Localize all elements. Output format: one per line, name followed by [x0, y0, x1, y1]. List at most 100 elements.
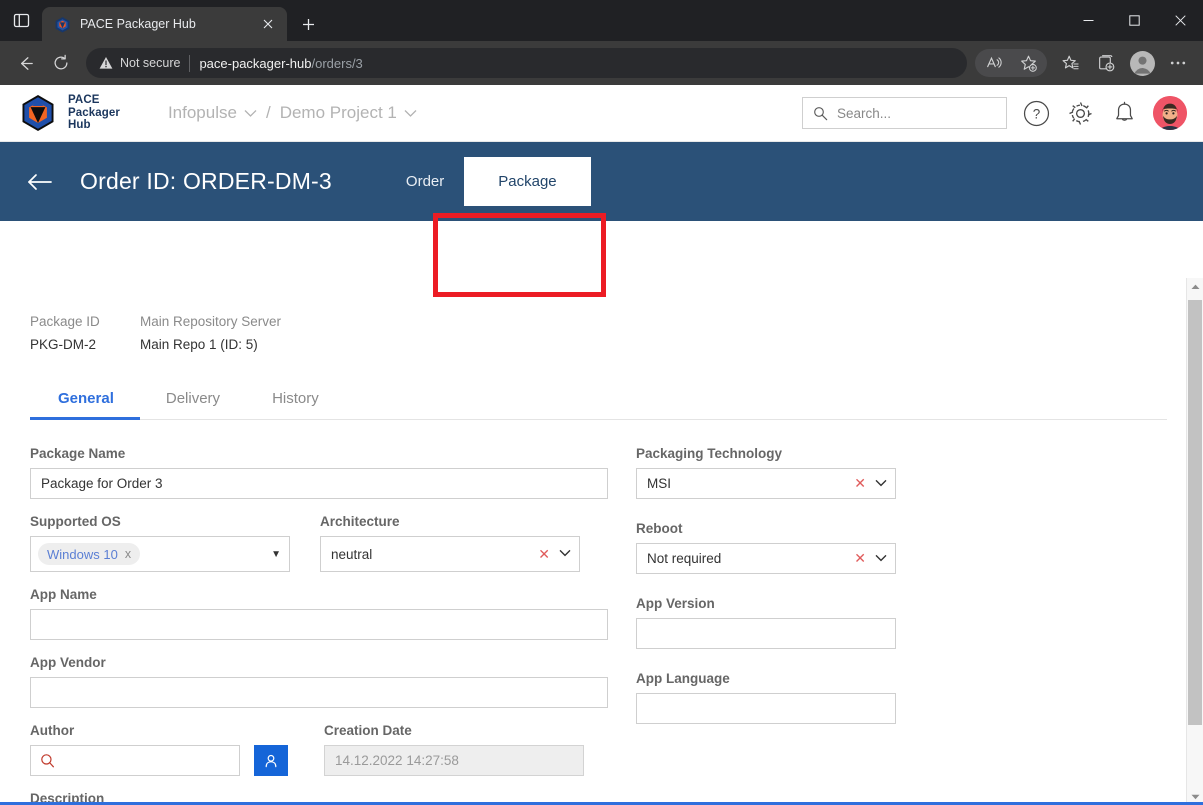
tab-general[interactable]: General — [30, 390, 140, 420]
search-icon — [814, 106, 828, 120]
os-arch-row: Supported OS Windows 10 x ▼ Architecture — [30, 514, 608, 587]
page-title: Order ID: ORDER-DM-3 — [80, 168, 332, 194]
packaging-technology-label: Packaging Technology — [636, 446, 783, 461]
scrollbar-thumb[interactable] — [1188, 300, 1202, 725]
app-name-input[interactable] — [30, 609, 608, 640]
architecture-value: neutral — [331, 546, 373, 562]
chevron-down-icon[interactable] — [875, 553, 887, 565]
browser-tab[interactable]: PACE Packager Hub — [42, 7, 287, 41]
app-language-field: App Language — [636, 671, 896, 724]
app-version-input[interactable] — [636, 618, 896, 649]
chevron-down-icon[interactable]: ▼ — [271, 549, 281, 560]
logo-line-3: Hub — [68, 119, 91, 132]
form-column-right: Packaging Technology MSI ✕ Reboot Not re… — [636, 446, 896, 805]
tab-history[interactable]: History — [246, 390, 345, 419]
app-name-label: App Name — [30, 587, 97, 602]
bell-icon[interactable] — [1109, 98, 1139, 128]
browser-titlebar: PACE Packager Hub — [0, 0, 1203, 41]
creation-date-input: 14.12.2022 14:27:58 — [324, 745, 584, 776]
back-arrow-icon[interactable] — [26, 172, 54, 192]
browser-more-icon[interactable] — [1161, 46, 1195, 80]
tab-search-icon — [13, 13, 29, 28]
author-input[interactable] — [30, 745, 240, 776]
author-field: Author — [30, 723, 240, 776]
reboot-value: Not required — [647, 551, 722, 566]
search-placeholder: Search... — [837, 105, 892, 121]
app-language-input[interactable] — [636, 693, 896, 724]
os-chip-label: Windows 10 — [47, 546, 118, 562]
breadcrumb-org-label: Infopulse — [167, 103, 237, 122]
close-icon[interactable] — [257, 13, 279, 35]
architecture-label: Architecture — [320, 514, 400, 529]
search-input[interactable]: Search... — [802, 97, 1007, 129]
chip-remove-icon[interactable]: x — [125, 547, 131, 561]
omnibox-action-pill — [975, 49, 1047, 77]
tab-delivery[interactable]: Delivery — [140, 390, 246, 419]
form-column-left: Package Name Package for Order 3 Support… — [30, 446, 608, 805]
tab-actions-button[interactable] — [0, 0, 42, 41]
app-language-label: App Language — [636, 671, 730, 686]
scroll-up-arrow[interactable] — [1187, 278, 1203, 295]
reload-button[interactable] — [44, 46, 78, 80]
minimize-button[interactable] — [1065, 0, 1111, 41]
maximize-button[interactable] — [1111, 0, 1157, 41]
os-chip[interactable]: Windows 10 x — [38, 543, 141, 565]
vertical-scrollbar[interactable] — [1186, 278, 1203, 805]
package-name-input[interactable]: Package for Order 3 — [30, 468, 608, 499]
gear-icon[interactable] — [1065, 98, 1095, 128]
security-status[interactable]: Not secure — [99, 56, 180, 70]
clear-icon[interactable]: ✕ — [854, 475, 866, 492]
clear-icon[interactable]: ✕ — [538, 546, 550, 563]
logo-line-2: Packager — [68, 106, 120, 119]
select-author-button[interactable] — [254, 745, 288, 776]
close-window-button[interactable] — [1157, 0, 1203, 41]
add-favorite-icon[interactable] — [1011, 46, 1045, 80]
chevron-down-icon[interactable] — [875, 478, 887, 490]
app-vendor-label: App Vendor — [30, 655, 106, 670]
help-icon[interactable]: ? — [1021, 98, 1051, 128]
svg-text:?: ? — [1032, 106, 1040, 121]
pace-cube-icon — [22, 95, 54, 131]
back-button[interactable] — [8, 46, 42, 80]
security-label: Not secure — [120, 56, 181, 70]
packaging-technology-select[interactable]: MSI ✕ — [636, 468, 896, 499]
url-host: pace-packager-hub — [199, 55, 312, 71]
search-icon — [41, 753, 54, 767]
clear-icon[interactable]: ✕ — [854, 550, 866, 567]
collections-icon[interactable] — [1089, 46, 1123, 80]
tab-package[interactable]: Package — [464, 157, 591, 206]
app-vendor-input[interactable] — [30, 677, 608, 708]
avatar[interactable] — [1153, 96, 1187, 130]
supported-os-label: Supported OS — [30, 514, 121, 529]
packaging-technology-value: MSI — [647, 476, 672, 491]
app-version-field: App Version — [636, 596, 896, 649]
repository-value: Main Repo 1 (ID: 5) — [140, 337, 258, 352]
package-content: Package ID PKG-DM-2 Main Repository Serv… — [0, 278, 1186, 805]
breadcrumb-org[interactable]: Infopulse — [168, 103, 257, 123]
reboot-select[interactable]: Not required ✕ — [636, 543, 896, 574]
tab-order[interactable]: Order — [386, 142, 464, 221]
supported-os-select[interactable]: Windows 10 x ▼ — [30, 536, 290, 572]
architecture-select[interactable]: neutral ✕ — [320, 536, 580, 572]
back-arrow-icon — [20, 56, 33, 70]
breadcrumb-project-label: Demo Project 1 — [279, 103, 397, 122]
breadcrumb-project[interactable]: Demo Project 1 — [280, 103, 417, 123]
favorites-icon[interactable] — [1053, 46, 1087, 80]
author-row: Author Creation Date 14.12.2022 14:27:58 — [30, 723, 608, 776]
repository-label: Main Repository Server — [140, 314, 282, 329]
app-logo[interactable]: PACE Packager Hub — [18, 93, 120, 133]
order-bar: Order ID: ORDER-DM-3 Order Package — [0, 142, 1203, 221]
package-id-block: Package ID PKG-DM-2 — [30, 314, 140, 352]
chevron-down-icon — [244, 103, 257, 123]
creation-date-field: Creation Date 14.12.2022 14:27:58 — [324, 723, 584, 776]
logo-line-1: PACE — [68, 94, 100, 107]
read-aloud-icon[interactable] — [977, 46, 1011, 80]
new-tab-button[interactable] — [293, 9, 323, 39]
browser-profile-icon[interactable] — [1125, 46, 1159, 80]
omnibox-divider — [189, 54, 191, 72]
window-controls — [1065, 0, 1203, 41]
package-name-field: Package Name Package for Order 3 — [30, 446, 608, 499]
chevron-down-icon[interactable] — [559, 548, 571, 560]
breadcrumb-separator: / — [265, 103, 271, 122]
address-bar[interactable]: Not secure pace-packager-hub/orders/3 — [86, 48, 967, 78]
